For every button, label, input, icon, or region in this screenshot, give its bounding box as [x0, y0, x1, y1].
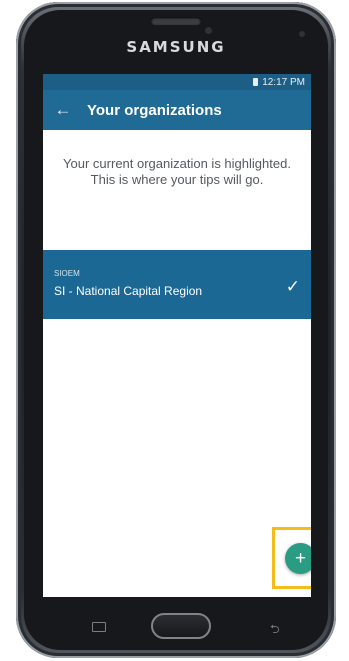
proximity-sensor: [205, 27, 212, 34]
organization-name: SI - National Capital Region: [54, 284, 203, 298]
status-time: 12:17 PM: [262, 76, 305, 88]
phone-screen: 12:17 PM ← Your organizations Your curre…: [43, 74, 311, 597]
add-organization-button[interactable]: +: [285, 543, 311, 574]
organization-row-selected[interactable]: SIOEM SI - National Capital Region ✓: [43, 250, 311, 319]
organization-code: SIOEM: [54, 269, 80, 278]
front-camera: [299, 31, 305, 37]
device-brand: SAMSUNG: [126, 38, 226, 56]
home-button[interactable]: [151, 613, 211, 639]
earpiece-speaker: [151, 17, 201, 25]
back-icon[interactable]: ⮌: [270, 620, 282, 636]
app-bar: ← Your organizations: [43, 90, 311, 130]
checkmark-icon: ✓: [285, 277, 300, 296]
battery-icon: [253, 78, 259, 86]
status-bar: 12:17 PM: [43, 74, 311, 90]
add-organization-highlight[interactable]: +: [272, 527, 311, 589]
info-text: Your current organization is highlighted…: [63, 156, 291, 187]
recent-apps-icon[interactable]: [92, 622, 106, 632]
arrow-left-icon[interactable]: ←: [43, 100, 83, 120]
page-title: Your organizations: [87, 101, 222, 119]
plus-icon: +: [294, 548, 307, 569]
